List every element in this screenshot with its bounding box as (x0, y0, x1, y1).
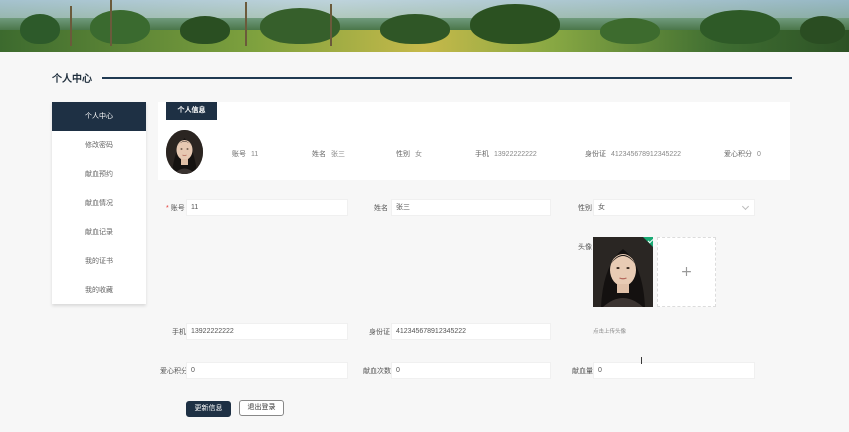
points-label: 爱心积分 (160, 368, 188, 375)
summary-phone: 手机 13922222222 (475, 151, 537, 158)
profile-summary-card (158, 102, 790, 180)
summary-idcard: 身份证 412345678912345222 (585, 151, 682, 158)
sidebar-item-certificates[interactable]: 我的证书 (52, 247, 146, 276)
summary-points: 爱心积分 0 (724, 151, 761, 158)
gender-select[interactable]: 女 (593, 199, 755, 216)
name-label: 姓名 (374, 205, 388, 212)
volume-label: 献血量 (572, 368, 593, 375)
title-divider (102, 77, 792, 79)
chevron-down-icon (741, 202, 750, 211)
summary-gender: 性别女 (396, 151, 422, 158)
text-cursor-icon: I (640, 356, 643, 367)
sidebar-item-favorites[interactable]: 我的收藏 (52, 276, 146, 305)
volume-field[interactable]: 0 (593, 362, 755, 379)
donations-label: 献血次数 (363, 368, 391, 375)
profile-info-tag: 个人信息 (166, 102, 217, 120)
donations-field[interactable]: 0 (391, 362, 551, 379)
phone-field[interactable]: 13922222222 (186, 323, 348, 340)
account-field[interactable]: 11 (186, 199, 348, 216)
avatar-upload-button[interactable]: + (657, 237, 716, 307)
avatar-upload-hint[interactable]: 点击上传头像 (593, 327, 626, 335)
sidebar: 个人中心 修改密码 献血预约 献血情况 献血记录 我的证书 我的收藏 (52, 102, 146, 304)
section-header: 个人中心 (52, 70, 792, 86)
plus-icon: + (680, 264, 693, 280)
avatar-preview[interactable] (593, 237, 653, 307)
banner-image (0, 0, 849, 52)
sidebar-item-donation-status[interactable]: 献血情况 (52, 189, 146, 218)
points-field[interactable]: 0 (186, 362, 348, 379)
sidebar-item-profile[interactable]: 个人中心 (52, 102, 146, 131)
logout-button[interactable]: 退出登录 (239, 400, 284, 416)
page-title: 个人中心 (52, 74, 92, 85)
phone-label: 手机 (172, 329, 186, 336)
check-icon (643, 237, 653, 247)
sidebar-item-donation-records[interactable]: 献血记录 (52, 218, 146, 247)
idcard-label: 身份证 (369, 329, 390, 336)
summary-name: 姓名 张三 (312, 151, 345, 158)
summary-account: 账号 11 (232, 151, 259, 158)
idcard-field[interactable]: 412345678912345222 (391, 323, 551, 340)
avatar (166, 130, 203, 174)
name-field[interactable]: 张三 (391, 199, 551, 216)
gender-label: 性别 (578, 205, 592, 212)
update-info-button[interactable]: 更新信息 (186, 401, 231, 417)
account-label: * 账号 (166, 205, 185, 212)
avatar-label: 头像 (578, 244, 592, 251)
sidebar-item-change-password[interactable]: 修改密码 (52, 131, 146, 160)
sidebar-item-donation-booking[interactable]: 献血预约 (52, 160, 146, 189)
